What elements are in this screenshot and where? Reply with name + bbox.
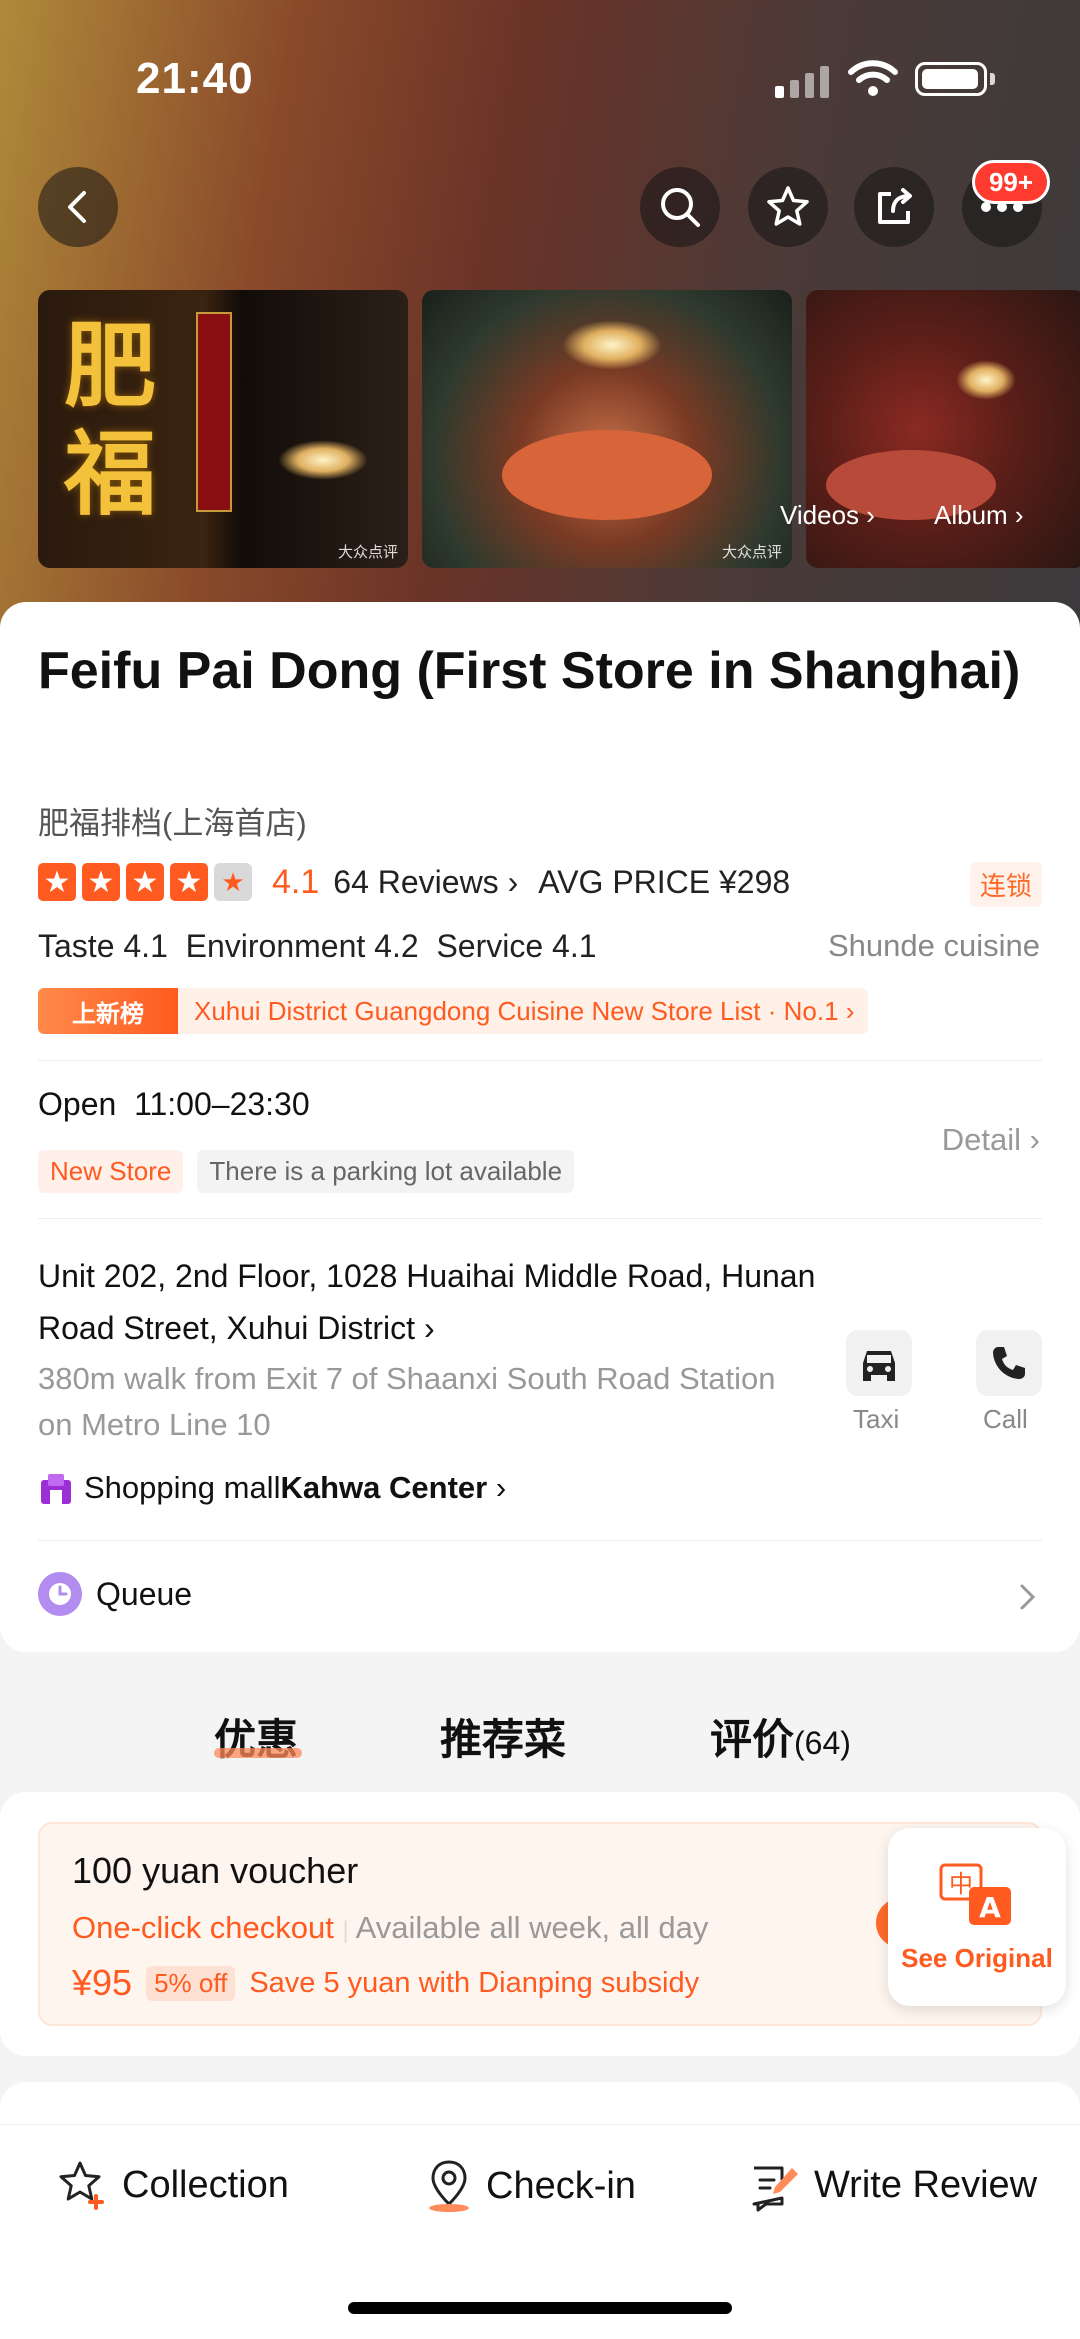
collection-button[interactable]: Collection bbox=[56, 2158, 289, 2212]
see-original-button[interactable]: 中 A See Original bbox=[888, 1828, 1066, 2006]
star-icon: ★ bbox=[82, 863, 120, 901]
svg-text:A: A bbox=[979, 1891, 1001, 1924]
dining-table bbox=[502, 430, 712, 520]
opening-hours: Open 11:00–23:30 bbox=[38, 1086, 310, 1122]
location-pin-icon bbox=[429, 2160, 469, 2212]
mall-icon bbox=[41, 1474, 71, 1504]
rating-value: 4.1 bbox=[272, 862, 320, 901]
search-icon bbox=[661, 188, 700, 227]
star-add-icon bbox=[59, 2161, 104, 2210]
call-label: Call bbox=[983, 1404, 1028, 1434]
taxi-label: Taxi bbox=[853, 1404, 900, 1434]
address-link[interactable]: Unit 202, 2nd Floor, 1028 Huaihai Middle… bbox=[38, 1250, 818, 1354]
divider bbox=[38, 1218, 1042, 1219]
subsidy-text: Save 5 yuan with Dianping subsidy bbox=[249, 1966, 700, 1999]
favorite-button[interactable] bbox=[748, 167, 828, 247]
ranking-tag: 上新榜 bbox=[38, 988, 178, 1034]
active-tab-indicator bbox=[214, 1748, 302, 1758]
tab-reviews[interactable]: 评价(64) bbox=[710, 1706, 851, 1767]
search-button[interactable] bbox=[640, 167, 720, 247]
home-indicator bbox=[348, 2302, 732, 2314]
edit-review-icon bbox=[752, 2166, 798, 2212]
ranking-banner[interactable]: 上新榜 Xuhui District Guangdong Cuisine New… bbox=[38, 988, 869, 1034]
queue-row[interactable]: Queue bbox=[38, 1572, 192, 1616]
restaurant-sign: 肥福 bbox=[64, 312, 157, 528]
clock-icon bbox=[38, 1572, 82, 1616]
album-link[interactable]: Album › bbox=[934, 500, 1024, 531]
battery-icon bbox=[915, 62, 987, 96]
shop-name-original: 肥福排档(上海首店) bbox=[38, 806, 307, 841]
phone-icon bbox=[993, 1347, 1025, 1379]
chevron-left-icon bbox=[68, 191, 86, 223]
discount-badge: 5% off bbox=[146, 1965, 236, 2001]
share-button[interactable] bbox=[854, 167, 934, 247]
taxi-button[interactable] bbox=[846, 1330, 912, 1396]
car-icon bbox=[863, 1351, 895, 1381]
avg-price: AVG PRICE ¥298 bbox=[538, 863, 791, 900]
star-icon: ★ bbox=[170, 863, 208, 901]
new-store-tag: New Store bbox=[38, 1150, 184, 1193]
chevron-right-icon bbox=[1020, 1584, 1036, 1610]
cuisine-type: Shunde cuisine bbox=[828, 928, 1040, 963]
star-icon bbox=[767, 186, 809, 226]
watermark: 大众点评 bbox=[337, 544, 398, 561]
star-icon: ★ bbox=[126, 863, 164, 901]
reviews-link[interactable]: 64 Reviews › bbox=[333, 864, 518, 901]
status-bar: 21:40 bbox=[0, 52, 1080, 112]
write-review-button[interactable]: Write Review bbox=[748, 2158, 1037, 2212]
videos-link[interactable]: Videos › bbox=[780, 500, 875, 531]
sub-scores: Taste 4.1 Environment 4.2 Service 4.1 bbox=[38, 928, 597, 964]
hours-detail-link[interactable]: Detail › bbox=[942, 1122, 1040, 1158]
photo-gallery[interactable]: 肥福 大众点评 大众点评 bbox=[38, 290, 1080, 568]
notification-badge: 99+ bbox=[972, 160, 1050, 204]
translate-icon: 中 A bbox=[939, 1863, 1011, 1925]
star-icon: ★ bbox=[38, 863, 76, 901]
checkin-button[interactable]: Check-in bbox=[424, 2158, 636, 2214]
divider bbox=[38, 1060, 1042, 1061]
shopping-mall-link[interactable]: Shopping mall Kahwa Center › bbox=[38, 1470, 506, 1506]
status-time: 21:40 bbox=[136, 54, 254, 103]
call-button[interactable] bbox=[976, 1330, 1042, 1396]
wifi-icon bbox=[848, 60, 898, 96]
share-icon bbox=[878, 188, 912, 224]
watermark: 大众点评 bbox=[721, 544, 782, 561]
star-empty-icon: ★ bbox=[214, 863, 252, 901]
parking-tag: There is a parking lot available bbox=[197, 1150, 575, 1193]
ranking-text: Xuhui District Guangdong Cuisine New Sto… bbox=[194, 995, 855, 1026]
chain-badge: 连锁 bbox=[969, 862, 1042, 907]
rating-row: ★ ★ ★ ★ ★ 4.1 64 Reviews › AVG PRICE ¥29… bbox=[38, 860, 790, 904]
walking-directions: 380m walk from Exit 7 of Shaanxi South R… bbox=[38, 1361, 776, 1442]
cellular-signal-icon bbox=[775, 64, 829, 98]
gallery-photo[interactable]: 大众点评 bbox=[422, 290, 792, 568]
voucher-info: One-click checkout | Available all week,… bbox=[72, 1910, 709, 1945]
shop-name: Feifu Pai Dong (First Store in Shanghai) bbox=[38, 642, 1021, 700]
back-button[interactable] bbox=[38, 167, 118, 247]
feature-tags: New Store There is a parking lot availab… bbox=[38, 1150, 575, 1193]
voucher-price: ¥95 bbox=[72, 1962, 133, 2003]
divider bbox=[38, 1540, 1042, 1541]
couplet-banner bbox=[196, 312, 232, 512]
voucher-title: 100 yuan voucher bbox=[72, 1850, 359, 1891]
gallery-photo[interactable]: 肥福 大众点评 bbox=[38, 290, 408, 568]
tab-recommended-dishes[interactable]: 推荐菜 bbox=[440, 1706, 566, 1767]
voucher-price-row: ¥95 5% off Save 5 yuan with Dianping sub… bbox=[72, 1962, 699, 2004]
